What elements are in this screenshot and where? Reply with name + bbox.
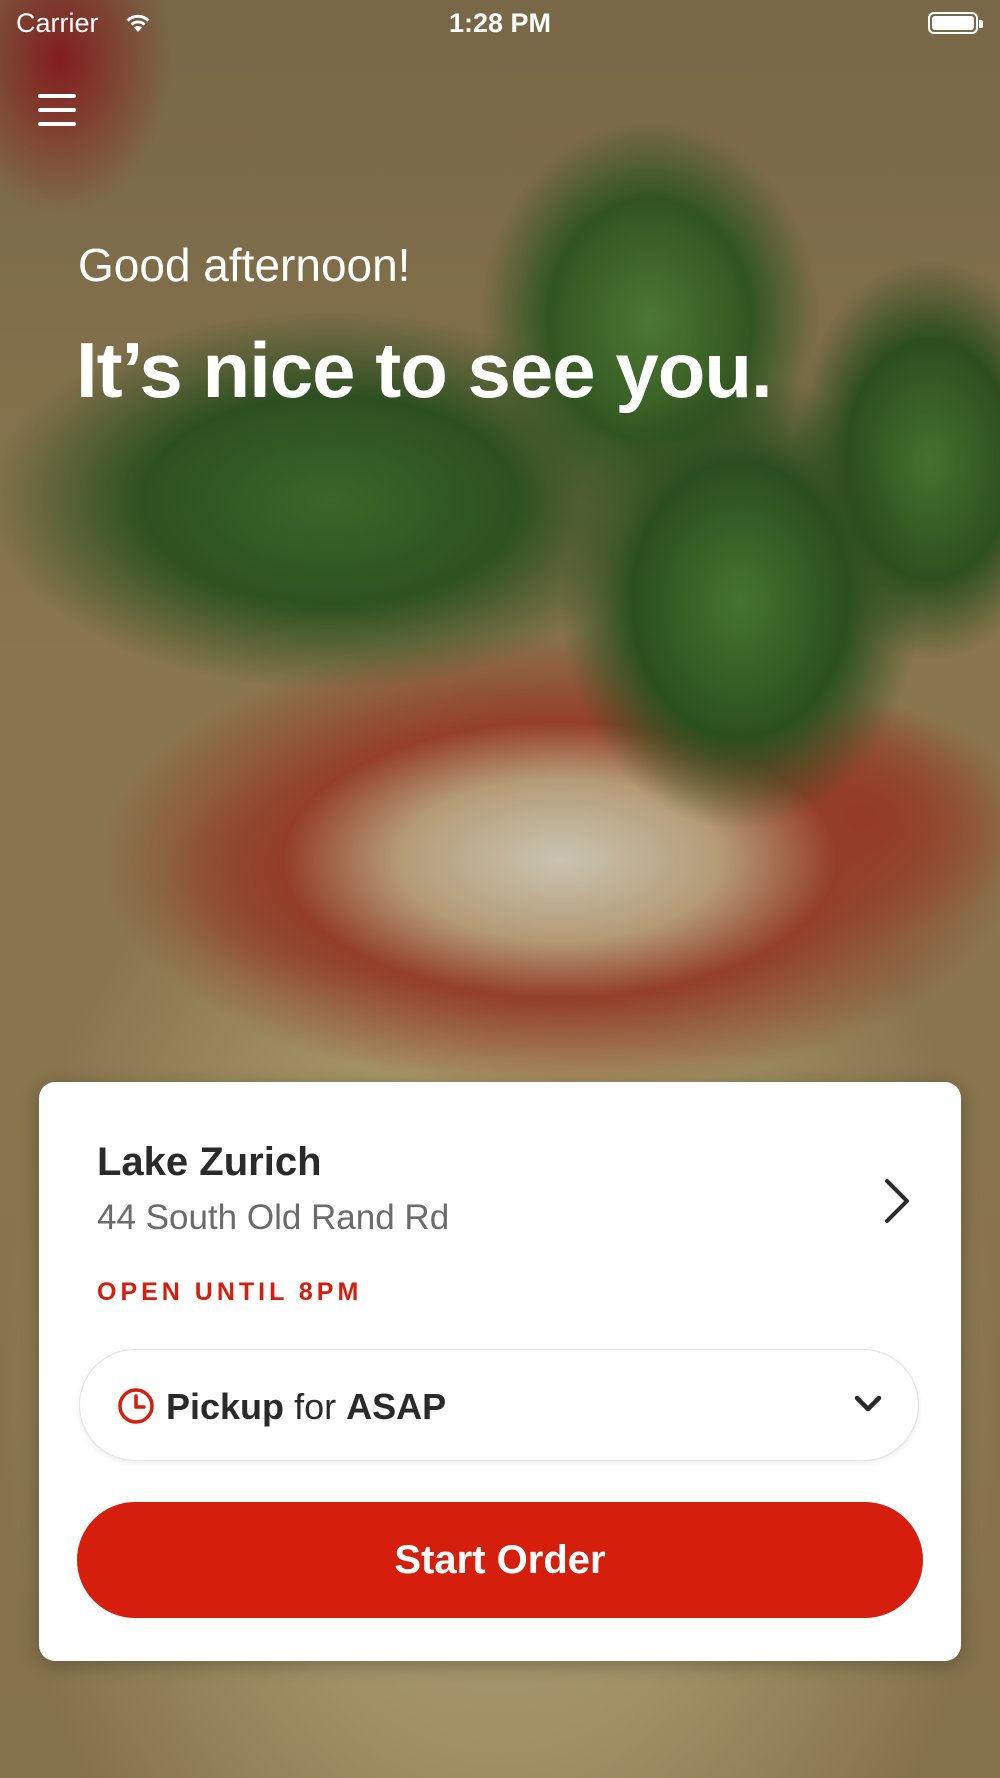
- clock-time: 1:28 PM: [448, 8, 552, 38]
- welcome-headline: It’s nice to see you.: [76, 326, 773, 414]
- location-name: Lake Zurich: [97, 1140, 322, 1184]
- order-mode-connector: for: [294, 1386, 337, 1427]
- hamburger-menu-icon[interactable]: [38, 94, 78, 130]
- clock-icon: [117, 1387, 155, 1430]
- store-hours-status: OPEN UNTIL 8PM: [97, 1278, 363, 1306]
- battery-icon: [928, 12, 983, 34]
- location-selector[interactable]: Lake Zurich 44 South Old Rand Rd: [97, 1140, 927, 1250]
- status-bar: Carrier 1:28 PM: [0, 0, 1000, 50]
- chevron-right-icon: [883, 1178, 911, 1229]
- order-card: Lake Zurich 44 South Old Rand Rd OPEN UN…: [39, 1082, 961, 1661]
- order-mode-dropdown[interactable]: Pickup for ASAP: [79, 1349, 919, 1461]
- location-address: 44 South Old Rand Rd: [97, 1198, 450, 1237]
- greeting-text: Good afternoon!: [78, 239, 411, 291]
- order-mode-time: ASAP: [346, 1386, 447, 1427]
- order-mode-text: Pickup for ASAP: [166, 1386, 446, 1428]
- order-mode-type: Pickup: [166, 1386, 285, 1427]
- start-order-button[interactable]: Start Order: [77, 1502, 923, 1618]
- chevron-down-icon: [854, 1394, 882, 1419]
